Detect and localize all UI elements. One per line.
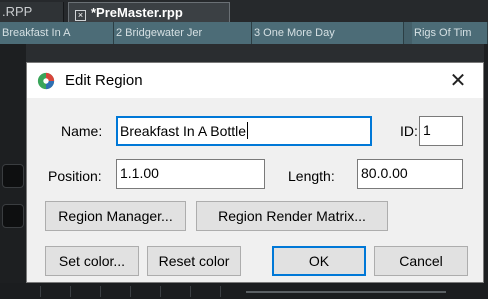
set-color-button[interactable]: Set color... (45, 246, 139, 276)
position-field-text: 1.1.00 (120, 165, 159, 181)
track-panel-strip (0, 44, 26, 299)
close-icon: ✕ (449, 70, 467, 92)
region-label: Breakfast In A (2, 27, 71, 39)
id-label: ID: (400, 123, 418, 139)
dialog-titlebar[interactable]: Edit Region ✕ (27, 63, 483, 98)
reset-color-button[interactable]: Reset color (147, 246, 241, 276)
grid-tick (40, 286, 41, 297)
grid-tick (160, 286, 161, 297)
project-tab-active[interactable]: × *PreMaster.rpp (68, 2, 230, 22)
reaper-logo-icon (37, 72, 55, 90)
region-label: 3 One More Day (254, 27, 335, 39)
grid-tick (100, 286, 101, 297)
waveform-line (246, 291, 446, 293)
grid-tick (70, 286, 71, 297)
region-manager-button[interactable]: Region Manager... (45, 201, 186, 231)
project-tab-bar: .RPP × *PreMaster.rpp (0, 0, 488, 22)
set-color-button-label: Set color... (58, 253, 126, 269)
grid-tick (220, 286, 221, 297)
close-button[interactable]: ✕ (445, 69, 471, 93)
position-label: Position: (48, 168, 102, 184)
text-caret (247, 122, 249, 139)
grid-tick (190, 286, 191, 297)
region-manager-button-label: Region Manager... (58, 208, 173, 224)
ok-button-label: OK (308, 253, 330, 269)
length-label: Length: (288, 168, 335, 184)
region-lane: Breakfast In A 2 Bridgewater Jer 3 One M… (0, 22, 488, 44)
region-block[interactable]: 2 Bridgewater Jer (114, 22, 252, 44)
grid-tick (130, 286, 131, 297)
cancel-button[interactable]: Cancel (374, 246, 468, 276)
project-tab-label: *PreMaster.rpp (91, 5, 183, 20)
edit-region-dialog: Edit Region ✕ Name: Breakfast In A Bottl… (26, 62, 484, 283)
ok-button[interactable]: OK (272, 246, 366, 276)
arrange-edge (484, 44, 488, 299)
region-render-matrix-button-label: Region Render Matrix... (218, 208, 366, 224)
close-box-icon[interactable]: × (75, 10, 86, 21)
length-field[interactable]: 80.0.00 (357, 159, 463, 189)
region-block[interactable]: Rigs Of Tim (412, 22, 488, 44)
project-tab-prev[interactable]: .RPP (0, 2, 64, 22)
project-tab-label: .RPP (2, 4, 33, 19)
name-field-text: Breakfast In A Bottle (120, 123, 247, 139)
dialog-title: Edit Region (65, 72, 143, 89)
cancel-button-label: Cancel (399, 253, 443, 269)
track-item[interactable] (2, 164, 24, 188)
position-field[interactable]: 1.1.00 (116, 159, 265, 189)
length-field-text: 80.0.00 (361, 165, 408, 181)
reset-color-button-label: Reset color (158, 253, 230, 269)
region-render-matrix-button[interactable]: Region Render Matrix... (196, 201, 388, 231)
id-field-text: 1 (423, 122, 431, 138)
region-label: Rigs Of Tim (414, 27, 472, 39)
name-field[interactable]: Breakfast In A Bottle (116, 116, 372, 146)
track-item[interactable] (2, 204, 24, 228)
region-block[interactable]: 3 One More Day (252, 22, 404, 44)
id-field[interactable]: 1 (419, 116, 463, 146)
region-label: 2 Bridgewater Jer (116, 27, 203, 39)
region-block[interactable]: Breakfast In A (0, 22, 114, 44)
name-label: Name: (61, 123, 103, 139)
